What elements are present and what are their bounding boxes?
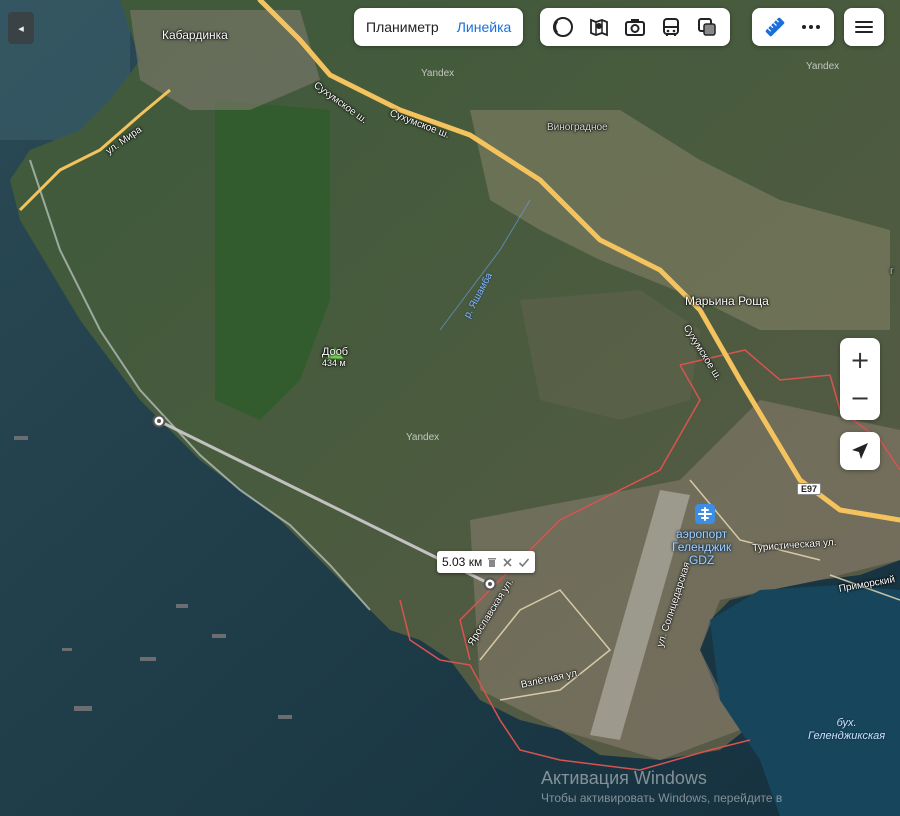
- ruler-distance-value: 5.03 км: [442, 555, 483, 569]
- more-dots-icon[interactable]: [794, 11, 828, 43]
- airport-plane-icon: [695, 504, 715, 524]
- traffic-icon[interactable]: [582, 11, 616, 43]
- tools-panel: [752, 8, 834, 46]
- close-icon[interactable]: [502, 557, 513, 568]
- ruler-distance-bubble: 5.03 км: [437, 551, 536, 573]
- ruler-mode-button[interactable]: Линейка: [457, 19, 512, 35]
- check-icon[interactable]: [518, 557, 530, 568]
- navigation-arrow-icon[interactable]: [843, 435, 877, 467]
- measure-mode-panel: Планиметр Линейка: [354, 8, 524, 46]
- locate-panel: [840, 432, 880, 470]
- panorama-sphere-icon[interactable]: [546, 11, 580, 43]
- layers-panel: [540, 8, 730, 46]
- planimeter-button[interactable]: Планиметр: [366, 19, 439, 35]
- zoom-panel: + −: [840, 338, 880, 420]
- transit-bus-icon[interactable]: [654, 11, 688, 43]
- map-layers-icon[interactable]: [690, 11, 724, 43]
- trash-icon[interactable]: [487, 557, 497, 568]
- menu-panel: [844, 8, 884, 46]
- hamburger-menu-icon[interactable]: [847, 11, 881, 43]
- ruler-icon[interactable]: [758, 11, 792, 43]
- mountain-peak-icon: [325, 346, 345, 360]
- map-imagery: [0, 0, 900, 816]
- zoom-out-button[interactable]: −: [840, 380, 880, 416]
- collapse-sidebar-button[interactable]: ◂: [8, 12, 34, 44]
- satellite-map[interactable]: Кабардинка Виноградное Марьина Роща Суху…: [0, 0, 900, 816]
- photo-camera-icon[interactable]: [618, 11, 652, 43]
- peak-doob[interactable]: Дооб 434 м: [322, 346, 348, 368]
- zoom-in-button[interactable]: +: [840, 342, 880, 378]
